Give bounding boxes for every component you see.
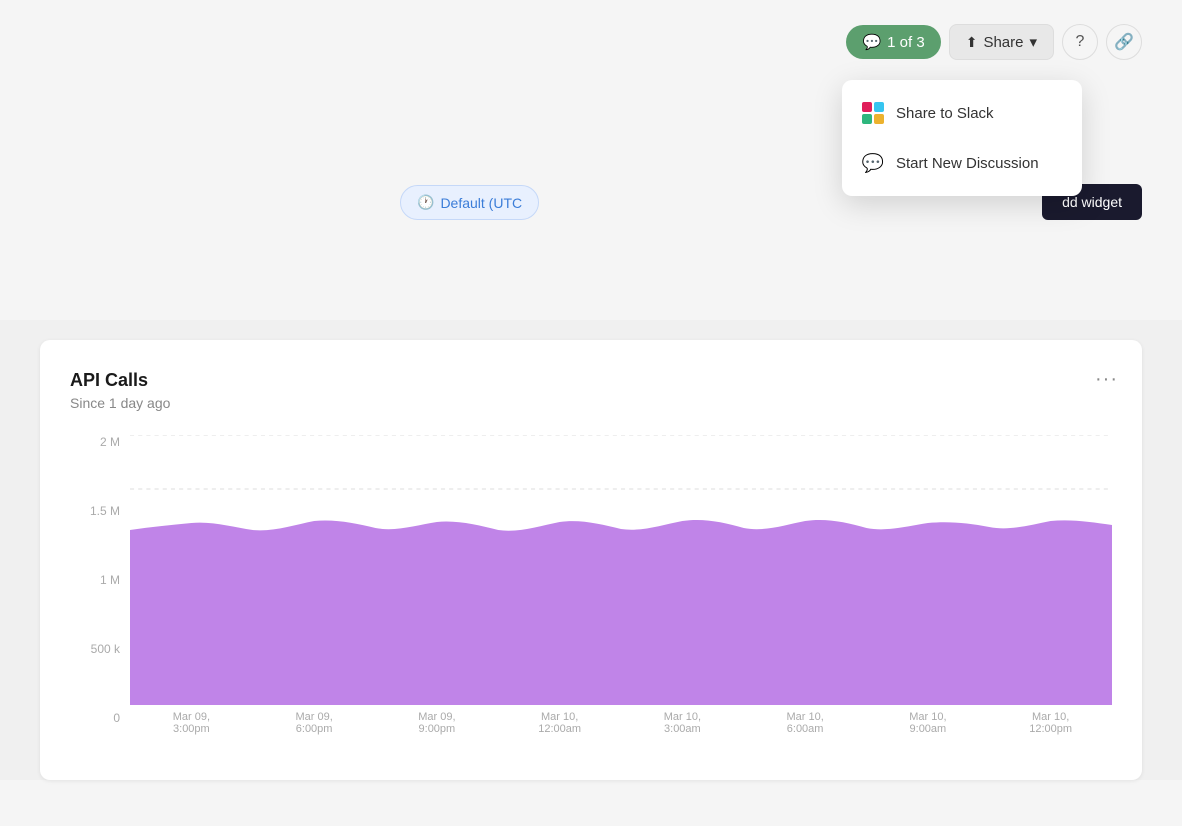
start-discussion-label: Start New Discussion <box>896 155 1039 172</box>
chart-area: 2 M 1.5 M 1 M 500 k 0 Mar 09,3:00pm <box>70 435 1112 755</box>
x-label-2: Mar 09,6:00pm <box>253 711 376 735</box>
default-utc-label: Default (UTC <box>440 195 522 211</box>
share-icon: ⬆ <box>966 34 978 51</box>
chat-bubble-icon: 💬 <box>862 33 881 51</box>
start-discussion-item[interactable]: 💬 Start New Discussion <box>842 138 1082 188</box>
y-label-1-5m: 1.5 M <box>70 504 120 518</box>
x-label-7: Mar 10,9:00am <box>867 711 990 735</box>
link-button[interactable]: 🔗 <box>1106 24 1142 60</box>
discussion-count-label: 1 of 3 <box>887 34 925 51</box>
toolbar: 💬 1 of 3 ⬆ Share ▾ ? 🔗 <box>846 24 1142 60</box>
y-label-1m: 1 M <box>70 573 120 587</box>
x-axis: Mar 09,3:00pm Mar 09,6:00pm Mar 09,9:00p… <box>130 711 1112 735</box>
x-label-3: Mar 09,9:00pm <box>376 711 499 735</box>
chart-subtitle: Since 1 day ago <box>70 395 1112 411</box>
chart-more-button[interactable]: ··· <box>1095 368 1118 391</box>
share-label: Share <box>983 34 1023 51</box>
discussion-count-button[interactable]: 💬 1 of 3 <box>846 25 940 59</box>
bottom-section <box>0 780 1182 826</box>
link-icon: 🔗 <box>1114 32 1134 52</box>
y-label-500k: 500 k <box>70 642 120 656</box>
y-label-0: 0 <box>70 711 120 725</box>
clock-icon: 🕐 <box>417 194 434 211</box>
help-button[interactable]: ? <box>1062 24 1098 60</box>
y-label-2m: 2 M <box>70 435 120 449</box>
share-button[interactable]: ⬆ Share ▾ <box>949 24 1054 60</box>
share-dropdown-menu: Share to Slack 💬 Start New Discussion <box>842 80 1082 196</box>
share-to-slack-label: Share to Slack <box>896 105 994 122</box>
chart-title: API Calls <box>70 370 1112 391</box>
x-label-4: Mar 10,12:00am <box>498 711 621 735</box>
chart-svg <box>130 435 1112 705</box>
purple-area <box>130 520 1112 705</box>
chevron-down-icon: ▾ <box>1029 33 1037 51</box>
chart-container: API Calls Since 1 day ago ··· 2 M 1.5 M … <box>40 340 1142 780</box>
help-icon: ? <box>1076 33 1085 51</box>
add-widget-label: dd widget <box>1062 194 1122 210</box>
share-to-slack-item[interactable]: Share to Slack <box>842 88 1082 138</box>
x-label-5: Mar 10,3:00am <box>621 711 744 735</box>
slack-icon <box>862 102 884 124</box>
default-utc-button[interactable]: 🕐 Default (UTC <box>400 185 539 220</box>
x-label-6: Mar 10,6:00am <box>744 711 867 735</box>
x-label-1: Mar 09,3:00pm <box>130 711 253 735</box>
chart-inner <box>130 435 1112 705</box>
x-label-8: Mar 10,12:00pm <box>989 711 1112 735</box>
chat-icon: 💬 <box>862 152 884 174</box>
top-area: 💬 1 of 3 ⬆ Share ▾ ? 🔗 Share to Slack 💬 <box>0 0 1182 320</box>
spacer <box>0 320 1182 340</box>
y-axis: 2 M 1.5 M 1 M 500 k 0 <box>70 435 120 755</box>
